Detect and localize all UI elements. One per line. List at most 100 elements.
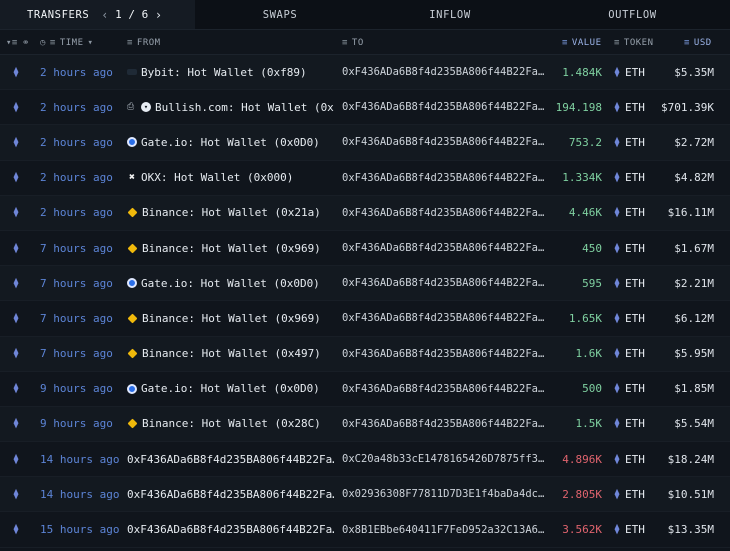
table-row[interactable]: ⧫ 2 hours ago Gate.io: Hot Wallet (0x0D0) 0… bbox=[0, 125, 730, 161]
from-entity[interactable]: Gate.io: Hot Wallet (0x0D0) bbox=[127, 372, 334, 406]
value-amount: 1.484K bbox=[562, 65, 602, 79]
tab-outflow[interactable]: OUTFLOW bbox=[535, 0, 730, 29]
from-entity[interactable]: ⎙ ▾ Bullish.com: Hot Wallet (0x… bbox=[127, 90, 334, 124]
table-row[interactable]: ⧫ 9 hours ago Gate.io: Hot Wallet (0x0D0) 0… bbox=[0, 371, 730, 407]
to-address[interactable]: 0xF436ADa6B8f4d235BA806f44B22Fa… bbox=[342, 337, 547, 371]
table-row[interactable]: ⧫ 7 hours ago Binance: Hot Wallet (0x969) 0… bbox=[0, 301, 730, 337]
from-entity[interactable]: Binance: Hot Wallet (0x21a) bbox=[127, 196, 334, 230]
table-row[interactable]: ⧫ 2 hours ago ⎙ ▾ Bullish.com: Hot Wallet (0… bbox=[0, 90, 730, 126]
chevron-right-icon[interactable]: › bbox=[155, 8, 163, 22]
table-row[interactable]: ⧫ 14 hours ago 0xF436ADa6B8f4d235BA806f44B… bbox=[0, 442, 730, 478]
from-entity[interactable]: Binance: Hot Wallet (0x969) bbox=[127, 301, 334, 335]
token-cell[interactable]: ⧫ ETH bbox=[614, 90, 654, 124]
time-link[interactable]: 14 hours ago bbox=[40, 477, 120, 511]
value-amount: 1.6K bbox=[575, 347, 603, 361]
filter-icon[interactable]: ≡ bbox=[614, 38, 620, 48]
to-address[interactable]: 0xF436ADa6B8f4d235BA806f44B22Fa… bbox=[342, 266, 547, 300]
token-symbol: ETH bbox=[625, 523, 645, 537]
table-row[interactable]: ⧫ 2 hours ago ✖ OKX: Hot Wallet (0x000) 0xF4… bbox=[0, 160, 730, 196]
token-cell[interactable]: ⧫ ETH bbox=[614, 512, 654, 546]
usd-header[interactable]: ≡ USD bbox=[684, 30, 712, 55]
from-header[interactable]: ≡ FROM bbox=[127, 30, 161, 55]
time-link[interactable]: 9 hours ago bbox=[40, 407, 120, 441]
from-entity[interactable]: Binance: Hot Wallet (0x497) bbox=[127, 337, 334, 371]
time-header[interactable]: ◷ ≡ TIME ▾ bbox=[40, 30, 93, 55]
token-cell[interactable]: ⧫ ETH bbox=[614, 477, 654, 511]
to-address[interactable]: 0xF436ADa6B8f4d235BA806f44B22Fa… bbox=[342, 55, 547, 89]
to-address[interactable]: 0xF436ADa6B8f4d235BA806f44B22Fa… bbox=[342, 161, 547, 195]
time-link[interactable]: 15 hours ago bbox=[40, 512, 120, 546]
page-current: 1 bbox=[115, 8, 123, 21]
time-link[interactable]: 7 hours ago bbox=[40, 231, 120, 265]
pagination: ‹ 1 / 6 › bbox=[101, 8, 162, 22]
time-link[interactable]: 2 hours ago bbox=[40, 161, 120, 195]
token-cell[interactable]: ⧫ ETH bbox=[614, 196, 654, 230]
token-cell[interactable]: ⧫ ETH bbox=[614, 161, 654, 195]
to-address[interactable]: 0xF436ADa6B8f4d235BA806f44B22Fa… bbox=[342, 231, 547, 265]
token-cell[interactable]: ⧫ ETH bbox=[614, 125, 654, 159]
to-address[interactable]: 0xF436ADa6B8f4d235BA806f44B22Fa… bbox=[342, 372, 547, 406]
token-cell[interactable]: ⧫ ETH bbox=[614, 407, 654, 441]
token-cell[interactable]: ⧫ ETH bbox=[614, 442, 654, 476]
table-row[interactable]: ⧫ 15 hours ago 0xF436ADa6B8f4d235BA806f44B… bbox=[0, 512, 730, 548]
table-row[interactable]: ⧫ 7 hours ago Binance: Hot Wallet (0x969) 0… bbox=[0, 230, 730, 267]
filter-icon[interactable]: ≡ bbox=[50, 38, 56, 48]
from-entity[interactable]: Gate.io: Hot Wallet (0x0D0) bbox=[127, 125, 334, 159]
filter-icon[interactable]: ≡ bbox=[562, 38, 568, 48]
table-row[interactable]: ⧫ 14 hours ago 0xF436ADa6B8f4d235BA806f44B… bbox=[0, 477, 730, 513]
token-symbol: ETH bbox=[625, 382, 645, 396]
value-header[interactable]: ≡ VALUE bbox=[562, 30, 602, 55]
to-address[interactable]: 0x8B1EBbe640411F7FeD952a32C13A6… bbox=[342, 512, 547, 546]
to-address[interactable]: 0xF436ADa6B8f4d235BA806f44B22Fa… bbox=[342, 407, 547, 441]
from-entity[interactable]: Gate.io: Hot Wallet (0x0D0) bbox=[127, 266, 334, 300]
table-row[interactable]: ⧫ 2 hours ago Binance: Hot Wallet (0x21a) 0… bbox=[0, 195, 730, 231]
table-row[interactable]: ⧫ 7 hours ago Gate.io: Hot Wallet (0x0D0) 0… bbox=[0, 266, 730, 302]
from-entity[interactable]: 0xF436ADa6B8f4d235BA806f44B22Fa… bbox=[127, 442, 334, 476]
time-link[interactable]: 2 hours ago bbox=[40, 125, 120, 159]
token-cell[interactable]: ⧫ ETH bbox=[614, 372, 654, 406]
filter-icon[interactable]: ≡ bbox=[684, 38, 690, 48]
from-entity[interactable]: Binance: Hot Wallet (0x969) bbox=[127, 231, 334, 265]
from-entity[interactable]: Bybit: Hot Wallet (0xf89) bbox=[127, 55, 334, 89]
token-symbol: ETH bbox=[625, 65, 645, 79]
usd-amount: $1.85M bbox=[674, 382, 714, 396]
table-row[interactable]: ⧫ 9 hours ago Binance: Hot Wallet (0x28C) 0… bbox=[0, 406, 730, 443]
time-link[interactable]: 14 hours ago bbox=[40, 442, 120, 476]
to-address[interactable]: 0xF436ADa6B8f4d235BA806f44B22Fa… bbox=[342, 196, 547, 230]
tab-transfers[interactable]: TRANSFERS ‹ 1 / 6 › bbox=[0, 0, 195, 29]
tab-swaps[interactable]: SWAPS bbox=[195, 0, 365, 29]
chain-filter[interactable]: ▾≡ ⚭ bbox=[6, 30, 30, 55]
token-cell[interactable]: ⧫ ETH bbox=[614, 337, 654, 371]
filter-icon[interactable]: ≡ bbox=[127, 38, 133, 48]
time-link[interactable]: 2 hours ago bbox=[40, 55, 120, 89]
time-link[interactable]: 7 hours ago bbox=[40, 337, 120, 371]
time-link[interactable]: 2 hours ago bbox=[40, 196, 120, 230]
time-link[interactable]: 9 hours ago bbox=[40, 372, 120, 406]
filter-icon[interactable]: ≡ bbox=[342, 38, 348, 48]
time-link[interactable]: 7 hours ago bbox=[40, 301, 120, 335]
token-cell[interactable]: ⧫ ETH bbox=[614, 266, 654, 300]
from-entity[interactable]: 0xF436ADa6B8f4d235BA806f44B22Fa… bbox=[127, 477, 334, 511]
from-entity[interactable]: ✖ OKX: Hot Wallet (0x000) bbox=[127, 161, 334, 195]
time-link[interactable]: 7 hours ago bbox=[40, 266, 120, 300]
filter-icon[interactable]: ▾≡ bbox=[6, 38, 18, 48]
to-header[interactable]: ≡ TO bbox=[342, 30, 364, 55]
tab-inflow[interactable]: INFLOW bbox=[365, 0, 535, 29]
link-icon[interactable]: ⚭ bbox=[22, 38, 30, 48]
table-row[interactable]: ⧫ 2 hours ago Bybit: Hot Wallet (0xf89) 0xF… bbox=[0, 55, 730, 91]
to-address[interactable]: 0xF436ADa6B8f4d235BA806f44B22Fa… bbox=[342, 90, 547, 124]
from-entity[interactable]: 0xF436ADa6B8f4d235BA806f44B22Fa… bbox=[127, 512, 334, 546]
sort-down-icon[interactable]: ▾ bbox=[88, 38, 94, 48]
token-header[interactable]: ≡ TOKEN bbox=[614, 30, 654, 55]
chevron-left-icon[interactable]: ‹ bbox=[101, 8, 109, 22]
token-cell[interactable]: ⧫ ETH bbox=[614, 231, 654, 265]
from-entity[interactable]: Binance: Hot Wallet (0x28C) bbox=[127, 407, 334, 441]
token-cell[interactable]: ⧫ ETH bbox=[614, 301, 654, 335]
to-address[interactable]: 0xF436ADa6B8f4d235BA806f44B22Fa… bbox=[342, 301, 547, 335]
to-address[interactable]: 0x02936308F77811D7D3E1f4baDa4dc… bbox=[342, 477, 547, 511]
table-row[interactable]: ⧫ 7 hours ago Binance: Hot Wallet (0x497) 0… bbox=[0, 336, 730, 372]
time-link[interactable]: 2 hours ago bbox=[40, 90, 120, 124]
to-address[interactable]: 0xF436ADa6B8f4d235BA806f44B22Fa… bbox=[342, 125, 547, 159]
token-cell[interactable]: ⧫ ETH bbox=[614, 55, 654, 89]
to-address[interactable]: 0xC20a48b33cE1478165426D7875ff3… bbox=[342, 442, 547, 476]
